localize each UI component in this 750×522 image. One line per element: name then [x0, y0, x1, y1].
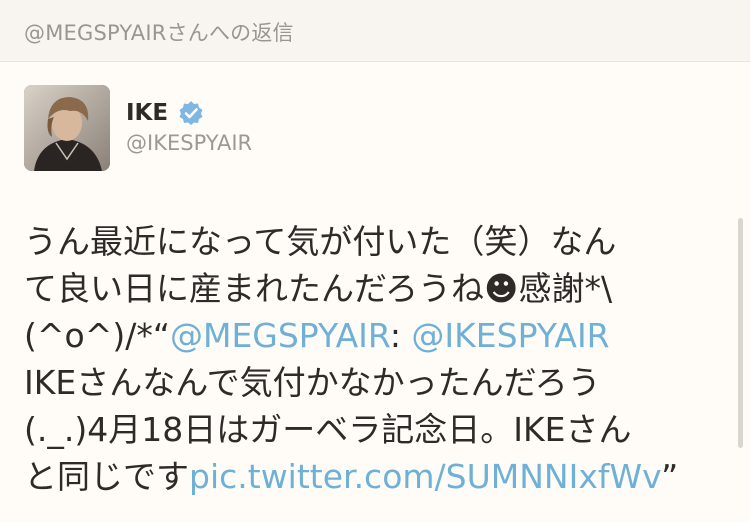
tweet-text-segment: うん最近になって気が付いた（笑）なん	[24, 222, 617, 261]
mention-link[interactable]: @MEGSPYAIR	[170, 316, 390, 355]
scrollbar[interactable]	[738, 218, 743, 448]
tweet-line: (^o^)/*“@MEGSPYAIR: @IKESPYAIR	[24, 312, 729, 359]
tweet-line: て良い日に産まれたんだろうね☻感謝*\	[24, 265, 729, 312]
tweet-text-segment: IKEさんなんで気付かなかったんだろう	[24, 363, 601, 402]
tweet-text-segment: と同じです	[24, 457, 189, 496]
tweet-text-segment: :	[389, 316, 412, 355]
tweet-text-segment: (._.)4月18日はガーベラ記念日。IKEさん	[24, 410, 632, 449]
reply-context-label[interactable]: @MEGSPYAIRさんへの返信	[24, 17, 294, 47]
tweet-line: と同じですpic.twitter.com/SUMNNIxfWv”	[24, 453, 729, 500]
author-name[interactable]: IKE	[126, 100, 168, 126]
tweet-text-segment: 感謝*\	[518, 269, 613, 308]
tweet-text-segment: (^o^)/*“	[24, 316, 170, 355]
tweet-detail-screen: @MEGSPYAIRさんへの返信 IKE @IKESPYAIR うん最近になって…	[0, 0, 750, 522]
tweet-text: うん最近になって気が付いた（笑）なん て良い日に産まれたんだろうね☻感謝*\ (…	[24, 218, 729, 500]
tweet-line: うん最近になって気が付いた（笑）なん	[24, 218, 729, 265]
tweet-text-segment: て良い日に産まれたんだろうね	[24, 269, 485, 308]
avatar[interactable]	[24, 85, 110, 171]
tweet-line: (._.)4月18日はガーベラ記念日。IKEさん	[24, 406, 729, 453]
author-handle[interactable]: @IKESPYAIR	[126, 131, 252, 155]
tweet-line: IKEさんなんで気付かなかったんだろう	[24, 359, 729, 406]
tweet-text-segment: ”	[661, 457, 679, 496]
mention-link[interactable]: @IKESPYAIR	[411, 316, 609, 355]
profile-photo-image	[24, 85, 110, 171]
pic-link[interactable]: pic.twitter.com/SUMNNIxfWv	[189, 457, 661, 496]
verified-badge-icon	[179, 101, 203, 125]
reply-context-bar[interactable]: @MEGSPYAIRさんへの返信	[0, 0, 750, 62]
smile-emoji-icon: ☻	[484, 269, 519, 308]
